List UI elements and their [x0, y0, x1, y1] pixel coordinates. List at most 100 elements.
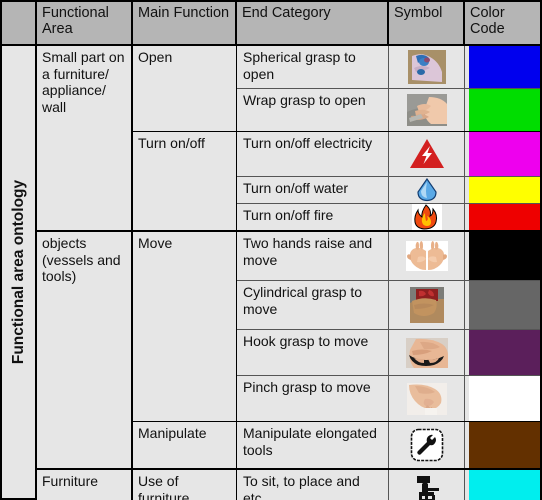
- symbol-cell: [389, 46, 465, 88]
- hand-pinch-grasp-photo-icon: [406, 382, 447, 415]
- end-category-label: Spherical grasp to open: [237, 46, 389, 88]
- main-function-stack: Move Two hands raise and move Cylindrica…: [133, 232, 540, 468]
- table-row: Hook grasp to move: [237, 330, 540, 376]
- header-main-function: Main Function: [133, 2, 237, 44]
- symbol-cell: [389, 376, 465, 421]
- color-code-cell: [465, 330, 540, 375]
- color-swatch-cyan: [469, 470, 540, 500]
- end-category-label: Turn on/off electricity: [237, 132, 389, 176]
- hand-spherical-grasp-photo-icon: [407, 50, 446, 84]
- hand-wrap-grasp-photo-icon: [406, 94, 447, 126]
- color-swatch-red: [469, 204, 540, 230]
- table-row: Cylindrical grasp to move: [237, 281, 540, 330]
- color-swatch-white: [469, 376, 540, 421]
- color-swatch-blue: [469, 46, 540, 88]
- color-code-cell: [465, 132, 540, 176]
- symbol-cell: [389, 281, 465, 329]
- color-code-cell: [465, 376, 540, 421]
- end-category-label: Manipulate elongated tools: [237, 422, 389, 468]
- table-row: To sit, to place and etc.: [237, 470, 540, 500]
- functional-area-ontology-table: Functional Area Main Function End Catego…: [0, 0, 542, 500]
- hand-hook-grasp-photo-icon: [405, 337, 448, 368]
- table-row: Turn on/off water: [237, 177, 540, 204]
- hand-cylindrical-grasp-photo-icon: [409, 287, 444, 323]
- end-category-label: Cylindrical grasp to move: [237, 281, 389, 329]
- functional-area-label: Furniture: [37, 470, 133, 500]
- end-category-stack: To sit, to place and etc.: [237, 470, 540, 500]
- symbol-cell: [389, 232, 465, 280]
- table-header-row: Functional Area Main Function End Catego…: [2, 2, 540, 46]
- end-category-stack: Spherical grasp to open Wrap grasp to op…: [237, 46, 540, 131]
- symbol-cell: [389, 422, 465, 468]
- color-code-cell: [465, 232, 540, 280]
- functional-area-label: objects (vessels and tools): [37, 232, 133, 468]
- color-code-cell: [465, 177, 540, 203]
- ontology-vertical-label: Functional area ontology: [9, 179, 27, 365]
- person-sitting-on-chair-icon: [416, 476, 439, 500]
- header-corner: [2, 2, 37, 44]
- table-row: Turn on/off fire: [237, 204, 540, 230]
- functional-area-group-furniture: Furniture Use of furniture To sit, to pl…: [37, 470, 540, 500]
- symbol-cell: [389, 470, 465, 500]
- table-row: Turn on/off electricity: [237, 132, 540, 177]
- main-function-group-open: Open Spherical grasp to open Wrap grasp …: [133, 46, 540, 132]
- table-row: Two hands raise and move: [237, 232, 540, 281]
- color-code-cell: [465, 470, 540, 500]
- color-swatch-magenta: [469, 132, 540, 176]
- end-category-label: Hook grasp to move: [237, 330, 389, 375]
- main-function-label: Use of furniture: [133, 470, 237, 500]
- symbol-cell: [389, 204, 465, 230]
- color-code-cell: [465, 281, 540, 329]
- symbol-cell: [389, 89, 465, 131]
- main-function-label: Move: [133, 232, 237, 421]
- symbol-cell: [389, 330, 465, 375]
- color-swatch-green: [469, 89, 540, 131]
- fire-flame-icon: [411, 204, 442, 230]
- color-swatch-purple: [469, 330, 540, 375]
- main-function-label: Turn on/off: [133, 132, 237, 230]
- main-function-stack: Use of furniture To sit, to place and et…: [133, 470, 540, 500]
- table-body: Functional area ontology Small part on a…: [2, 46, 540, 500]
- table-row: Pinch grasp to move: [237, 376, 540, 421]
- end-category-label: Turn on/off fire: [237, 204, 389, 230]
- color-code-cell: [465, 89, 540, 131]
- main-function-group-manipulate: Manipulate Manipulate elongated tools: [133, 422, 540, 468]
- end-category-stack: Two hands raise and move Cylindrical gra…: [237, 232, 540, 421]
- color-code-cell: [465, 422, 540, 468]
- header-functional-area: Functional Area: [37, 2, 133, 44]
- header-color-code: Color Code: [465, 2, 540, 44]
- two-open-hands-photo-icon: [405, 241, 448, 271]
- functional-area-group-objects: objects (vessels and tools) Move Two han…: [37, 232, 540, 470]
- header-end-category: End Category: [237, 2, 389, 44]
- main-function-label: Open: [133, 46, 237, 131]
- color-code-cell: [465, 204, 540, 230]
- main-function-stack: Open Spherical grasp to open Wrap grasp …: [133, 46, 540, 230]
- table-row: Spherical grasp to open: [237, 46, 540, 89]
- color-code-cell: [465, 46, 540, 88]
- end-category-label: Turn on/off water: [237, 177, 389, 203]
- symbol-cell: [389, 132, 465, 176]
- color-swatch-yellow: [469, 177, 540, 203]
- electricity-hazard-triangle-icon: [409, 139, 444, 168]
- color-swatch-brown: [469, 422, 540, 468]
- ontology-groups: Small part on a furniture/ appliance/ wa…: [37, 46, 540, 500]
- symbol-cell: [389, 177, 465, 203]
- end-category-stack: Manipulate elongated tools: [237, 422, 540, 468]
- end-category-label: Wrap grasp to open: [237, 89, 389, 131]
- color-swatch-gray: [469, 281, 540, 329]
- table-row: Wrap grasp to open: [237, 89, 540, 131]
- end-category-label: Two hands raise and move: [237, 232, 389, 280]
- main-function-group-move: Move Two hands raise and move Cylindrica…: [133, 232, 540, 422]
- water-droplet-icon: [416, 178, 437, 202]
- main-function-label: Manipulate: [133, 422, 237, 468]
- functional-area-group-small-part: Small part on a furniture/ appliance/ wa…: [37, 46, 540, 232]
- end-category-label: Pinch grasp to move: [237, 376, 389, 421]
- end-category-stack: Turn on/off electricity Turn on/off wate…: [237, 132, 540, 230]
- main-function-group-use-of-furniture: Use of furniture To sit, to place and et…: [133, 470, 540, 500]
- main-function-group-turn-on-off: Turn on/off Turn on/off electricity Turn…: [133, 132, 540, 230]
- table-row: Manipulate elongated tools: [237, 422, 540, 468]
- color-swatch-black: [469, 232, 540, 280]
- wrench-tool-icon: [410, 428, 443, 462]
- functional-area-label: Small part on a furniture/ appliance/ wa…: [37, 46, 133, 230]
- header-symbol: Symbol: [389, 2, 465, 44]
